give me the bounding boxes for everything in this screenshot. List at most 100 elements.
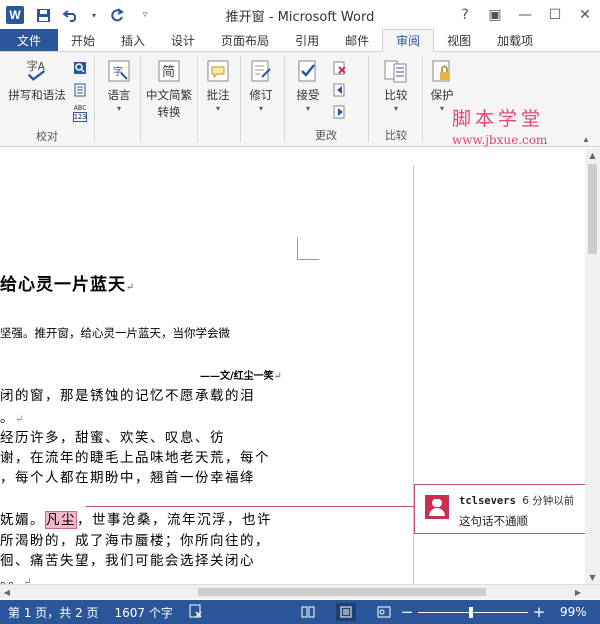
print-layout-icon[interactable] xyxy=(336,603,356,621)
zoom-in-button[interactable]: + xyxy=(532,603,546,621)
doc-line-text: 。 xyxy=(0,410,15,426)
chevron-down-icon: ▾ xyxy=(215,104,220,113)
tab-references[interactable]: 引用 xyxy=(282,29,332,51)
tab-file[interactable]: 文件 xyxy=(0,29,58,51)
research-icon[interactable] xyxy=(72,60,88,76)
commented-text[interactable]: 凡尘 xyxy=(45,511,77,529)
proofing-status-icon[interactable] xyxy=(181,604,211,621)
scrollbar-thumb[interactable] xyxy=(198,588,486,596)
comment-text[interactable]: 这句话不通顺 xyxy=(459,513,528,529)
scroll-left-icon[interactable]: ◀ xyxy=(0,585,14,599)
next-change-icon[interactable] xyxy=(332,104,348,120)
doc-line-commented: 妩媚。凡尘，世事沧桑，流年沉浮，也许 xyxy=(0,508,272,529)
doc-text: 妩媚。 xyxy=(0,512,45,528)
track-changes-icon xyxy=(248,58,274,84)
paragraph-mark: ↵ xyxy=(273,371,283,382)
compare-group-label: 比较 xyxy=(385,129,407,142)
spelling-check-icon: 字A xyxy=(24,58,50,84)
doc-line: 坚强。推开窗，给心灵一片蓝天，当你学会微 xyxy=(0,326,230,340)
word-count-abc: ABC xyxy=(73,104,87,112)
word-count-status[interactable]: 1607 个字 xyxy=(107,604,181,621)
comment-icon xyxy=(205,58,231,84)
spelling-grammar-button[interactable]: 字A 拼写和语法 xyxy=(4,58,70,103)
scroll-right-icon[interactable]: ▶ xyxy=(571,585,585,599)
doc-line: 所渴盼的，成了海市蜃楼；你所向往的， xyxy=(0,533,270,549)
doc-line: 。↵ xyxy=(0,406,25,426)
reject-icon[interactable] xyxy=(332,60,348,76)
read-mode-icon[interactable] xyxy=(298,603,318,621)
svg-text:简: 简 xyxy=(162,64,175,80)
tab-mailings[interactable]: 邮件 xyxy=(332,29,382,51)
redo-icon[interactable] xyxy=(108,6,126,24)
doc-line-text: 。。 xyxy=(0,573,24,584)
tab-review[interactable]: 审阅 xyxy=(382,29,435,52)
ribbon-display-options-icon[interactable]: ▣ xyxy=(480,0,510,30)
avatar xyxy=(425,495,449,519)
language-label: 语言 xyxy=(107,88,131,102)
changes-group-label: 更改 xyxy=(315,129,337,142)
close-button[interactable]: ✕ xyxy=(570,0,600,30)
comment-balloon[interactable]: tclsevers 6 分钟以前 这句话不通顺 xyxy=(414,484,585,534)
tab-insert[interactable]: 插入 xyxy=(108,29,158,51)
document-area[interactable]: 给心灵一片蓝天↵ 坚强。推开窗，给心灵一片蓝天，当你学会微 ——文/红尘一笑↵ … xyxy=(0,148,585,584)
zoom-out-button[interactable]: − xyxy=(400,603,414,621)
page-number-status[interactable]: 第 1 页，共 2 页 xyxy=(0,604,107,621)
save-icon[interactable] xyxy=(34,6,52,24)
web-layout-icon[interactable] xyxy=(374,603,394,621)
paragraph-mark: ↵ xyxy=(23,577,34,584)
compare-button[interactable]: 比较 ▾ xyxy=(376,58,416,113)
scroll-up-icon[interactable]: ▲ xyxy=(585,148,600,162)
tab-page-layout[interactable]: 页面布局 xyxy=(208,29,282,51)
word-count-num: 123 xyxy=(72,112,88,122)
doc-heading-text: 给心灵一片蓝天 xyxy=(0,275,126,295)
horizontal-scrollbar[interactable]: ◀ ▶ xyxy=(0,584,600,599)
page-corner-mark xyxy=(297,238,319,260)
track-changes-button[interactable]: 修订 ▾ xyxy=(243,58,279,113)
word-icon[interactable]: W xyxy=(6,6,24,24)
tab-design[interactable]: 设计 xyxy=(158,29,208,51)
zoom-slider[interactable] xyxy=(418,606,528,618)
thesaurus-icon[interactable] xyxy=(72,82,88,98)
quick-access-toolbar: ▾ ▿ xyxy=(34,6,154,24)
doc-heading: 给心灵一片蓝天↵ xyxy=(0,270,135,295)
compare-icon xyxy=(383,58,409,84)
scroll-down-icon[interactable]: ▼ xyxy=(585,570,600,584)
doc-line: ，每个人都在期盼中，翘首一份幸福绛 xyxy=(0,470,255,486)
language-icon: 字 xyxy=(106,58,132,84)
customize-toolbar-icon[interactable]: ▿ xyxy=(136,6,154,24)
tab-home[interactable]: 开始 xyxy=(58,29,108,51)
maximize-button[interactable]: ☐ xyxy=(540,0,570,30)
help-button[interactable]: ? xyxy=(450,0,480,30)
word-count-icon[interactable]: ABC 123 xyxy=(70,103,90,123)
comment-label: 批注 xyxy=(206,88,230,102)
chevron-down-icon[interactable]: ▾ xyxy=(90,6,98,24)
status-bar: 第 1 页，共 2 页 1607 个字 − + 99% xyxy=(0,600,600,624)
previous-change-icon[interactable] xyxy=(332,82,348,98)
undo-icon[interactable] xyxy=(62,6,80,24)
zoom-slider-thumb[interactable] xyxy=(468,606,473,618)
tab-view[interactable]: 视图 xyxy=(434,29,484,51)
collapse-ribbon-icon[interactable]: ▴ xyxy=(578,132,594,148)
scrollbar-thumb[interactable] xyxy=(588,164,597,254)
accept-label: 接受 xyxy=(296,88,320,102)
accept-button[interactable]: 接受 ▾ xyxy=(290,58,326,113)
title-bar: W ▾ ▿ 推开窗 - Microsoft Word ? ▣ — ☐ ✕ xyxy=(0,0,600,30)
lock-icon xyxy=(429,58,455,84)
chinese-conversion-button[interactable]: 简 中文简繁 转换 xyxy=(142,58,196,120)
track-changes-label: 修订 xyxy=(249,88,273,102)
comment-author-name: tclsevers xyxy=(459,495,516,507)
doc-author: ——文/红尘一笑↵ xyxy=(200,367,282,382)
window-controls: ? ▣ — ☐ ✕ xyxy=(450,0,600,30)
minimize-button[interactable]: — xyxy=(510,0,540,30)
tab-addins[interactable]: 加载项 xyxy=(484,29,546,51)
comment-button[interactable]: 批注 ▾ xyxy=(200,58,236,113)
group-separator xyxy=(240,56,241,142)
zoom-percentage[interactable]: 99% xyxy=(560,605,587,619)
chevron-down-icon: ▾ xyxy=(305,104,310,113)
language-button[interactable]: 字 语言 ▾ xyxy=(100,58,138,113)
doc-line: 徊、痛苦失望，我们可能会选择关闭心 xyxy=(0,553,255,569)
doc-line: 闭的窗，那是锈蚀的记忆不愿承载的泪 xyxy=(0,388,255,404)
chinese-conversion-label2: 转换 xyxy=(157,105,181,119)
doc-line: 谢，在流年的睫毛上品味地老天荒，每个 xyxy=(0,450,270,466)
vertical-scrollbar[interactable]: ▲ ▼ xyxy=(585,148,600,584)
